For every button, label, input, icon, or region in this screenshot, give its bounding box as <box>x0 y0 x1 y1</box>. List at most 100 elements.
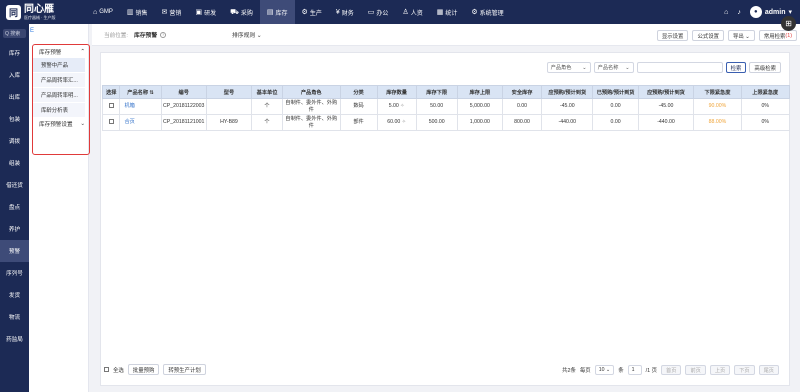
sidebar: Q 搜索 库存 入库 出库 包装 调拨 组装 借还货 盘点 养护 预警 序列号 … <box>0 24 29 392</box>
app-name: 同心雁 <box>24 3 54 15</box>
search-button[interactable]: 检索 <box>725 62 747 73</box>
nav-label: 营销 <box>169 10 182 17</box>
pagination: 共2条 每页 10 ⌄ 条 1 /1 页 首页 前页 上页 下页 尾页 <box>562 365 779 375</box>
convert-plan-button[interactable]: 转预生产计划 <box>163 364 206 375</box>
saved-search-button[interactable]: 常用检索 (1) <box>758 30 797 41</box>
nav-inventory[interactable]: ▤ 库存 <box>259 0 295 24</box>
finance-icon: ¥ <box>335 8 340 16</box>
breadcrumb-bar: 当前位置: 库存预警 ? 排序规则 ⌄ 显示设置 公式设置 导出 ⌄ 常用检索(… <box>92 24 800 46</box>
stats-icon: ▦ <box>436 9 444 16</box>
per-page-select[interactable]: 10 ⌄ <box>594 365 615 375</box>
nav-label: GMP <box>99 9 113 15</box>
sidebar-item-borrow[interactable]: 借还货 <box>0 174 29 196</box>
app-logo[interactable]: 同 同心雁 医疗器械 · 生产版 <box>0 0 86 24</box>
home-icon[interactable]: ⌂ <box>724 9 728 16</box>
grid-menu-icon[interactable]: ⊞ <box>781 16 796 31</box>
sidebar-item-outbound[interactable]: 出库 <box>0 86 29 108</box>
nav-stats[interactable]: ▦ 统计 <box>430 0 465 24</box>
batch-order-button[interactable]: 批量预购 <box>127 364 160 375</box>
cell-role: 自制件、委外件、外购件 <box>281 114 341 131</box>
sidebar-search-input[interactable]: Q 搜索 <box>3 29 26 38</box>
chevron-down-icon: ⌄ <box>582 64 587 71</box>
chevron-down-icon: ⌄ <box>625 64 630 71</box>
export-button[interactable]: 导出 ⌄ <box>728 30 755 41</box>
bulk-actions: 全选 批量预购 转预生产计划 <box>104 364 206 375</box>
cell-high: 1,000.00 <box>456 114 503 131</box>
cell-ordered: 0.00 <box>592 114 639 131</box>
up-page-button[interactable]: 上页 <box>709 365 731 375</box>
cell-safe: 0.00 <box>501 98 543 115</box>
last-page-button[interactable]: 尾页 <box>758 365 779 375</box>
row-checkbox[interactable] <box>101 114 121 131</box>
nav-sales[interactable]: ▥ 销售 <box>120 0 155 24</box>
nav-label: 统计 <box>445 10 458 17</box>
col-should-order: 应预购/预计到货 <box>541 85 594 99</box>
nav-production[interactable]: ⚙ 生产 <box>295 0 329 24</box>
formula-settings-button[interactable]: 公式设置 <box>692 30 725 41</box>
cell-high-urgency: 0% <box>740 98 791 115</box>
cell-category: 数码 <box>339 98 378 115</box>
bell-icon[interactable]: ♪ <box>737 9 741 16</box>
gear-icon: ⚙ <box>471 9 478 16</box>
row-checkbox[interactable] <box>101 98 121 115</box>
product-role-select[interactable]: 产品角色 ⌄ <box>546 62 591 73</box>
nav-label: 系统管理 <box>479 10 504 17</box>
nav-purchase[interactable]: ⛟ 采购 <box>223 0 260 24</box>
nav-hr[interactable]: ♙ 人资 <box>395 0 429 24</box>
filter-bar: 产品角色 ⌄ 产品名称 ⌄ 检索 高级检索 <box>546 62 781 73</box>
sidebar-item-assembly[interactable]: 组装 <box>0 152 29 174</box>
breadcrumb-label: 当前位置: <box>104 32 128 39</box>
prev-page-button[interactable]: 前页 <box>685 365 706 375</box>
nav-marketing[interactable]: ✉ 营销 <box>155 0 189 24</box>
nav-office[interactable]: ▭ 办公 <box>361 0 396 24</box>
product-name-link[interactable]: 合页 <box>119 114 162 131</box>
col-select: 选择 <box>101 85 121 99</box>
sidebar-item-fda[interactable]: 药监局 <box>0 328 29 350</box>
sidebar-item-logistics[interactable]: 物流 <box>0 306 29 328</box>
sidebar-item-alert[interactable]: 预警 <box>0 240 29 262</box>
help-icon[interactable]: ? <box>160 31 167 38</box>
nav-finance[interactable]: ¥ 财务 <box>329 0 361 24</box>
sidebar-item-packaging[interactable]: 包装 <box>0 108 29 130</box>
sidebar-item-inbound[interactable]: 入库 <box>0 64 29 86</box>
sidebar-item-inventory[interactable]: 库存 <box>0 42 29 64</box>
col-qty: 库存数量 <box>376 85 417 99</box>
down-page-button[interactable]: 下页 <box>734 365 755 375</box>
cell-low-urgency: 90.00% <box>693 98 742 115</box>
sales-icon: ▥ <box>126 9 134 16</box>
product-name-select[interactable]: 产品名称 ⌄ <box>593 62 634 73</box>
col-code: 编号 <box>160 85 207 99</box>
sidebar-item-stocktake[interactable]: 盘点 <box>0 196 29 218</box>
cell-category: 部件 <box>339 114 378 131</box>
sort-rule-button[interactable]: 排序规则 ⌄ <box>232 30 262 39</box>
total-count: 共2条 <box>562 368 576 374</box>
nav-rnd[interactable]: ▣ 研发 <box>188 0 223 24</box>
sidebar-item-maintenance[interactable]: 养护 <box>0 218 29 240</box>
nav-gmp[interactable]: ⌂ GMP <box>86 0 120 24</box>
logo-icon: 同 <box>6 4 21 20</box>
search-input[interactable] <box>636 62 723 73</box>
display-settings-button[interactable]: 显示设置 <box>656 30 689 41</box>
col-high: 库存上限 <box>456 85 503 99</box>
advanced-search-button[interactable]: 高级检索 <box>749 62 781 73</box>
cell-low-urgency: 88.00% <box>693 114 742 131</box>
product-name-link[interactable]: 机箱 <box>119 98 162 115</box>
top-nav-bar: 同 同心雁 医疗器械 · 生产版 ⌂ GMP ▥ 销售 ✉ 营销 ▣ 研发 ⛟ 采购 ▤ 库… <box>0 0 800 24</box>
page-input[interactable]: 1 <box>627 365 642 375</box>
highlight-box <box>32 44 90 155</box>
cell-unit: 个 <box>251 114 283 131</box>
sidebar-item-serial[interactable]: 序列号 <box>0 262 29 284</box>
sidebar-item-shipping[interactable]: 发货 <box>0 284 29 306</box>
cell-unit: 个 <box>251 98 283 115</box>
first-page-button[interactable]: 首页 <box>661 365 682 375</box>
select-all-checkbox[interactable] <box>104 367 109 372</box>
collapse-toggle-icon[interactable]: E <box>30 28 34 34</box>
col-product-name[interactable]: 产品名称 ⇅ <box>119 85 162 99</box>
cell-ordered: 0.00 <box>592 98 639 115</box>
nav-label: 库存 <box>275 10 288 17</box>
cell-should-order-2: -45.00 <box>637 98 695 115</box>
saved-search-count: (1) <box>785 32 792 39</box>
nav-system[interactable]: ⚙ 系统管理 <box>464 0 510 24</box>
sidebar-item-transfer[interactable]: 调拨 <box>0 130 29 152</box>
cell-high: 5,000.00 <box>456 98 503 115</box>
